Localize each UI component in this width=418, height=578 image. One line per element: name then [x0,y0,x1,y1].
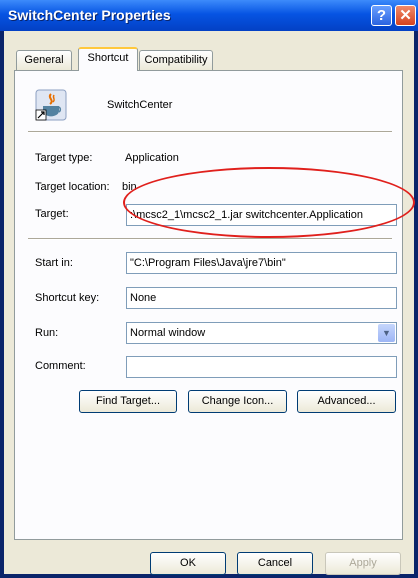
target-type-value: Application [125,152,179,164]
comment-field[interactable] [126,356,397,378]
run-select[interactable]: Normal window ▼ [126,322,397,344]
window-title: SwitchCenter Properties [8,7,171,23]
tab-shortcut[interactable]: Shortcut [78,47,138,71]
tab-shortcut-label: Shortcut [87,52,129,64]
divider [28,131,392,133]
run-select-value: Normal window [130,327,206,339]
close-icon: ✕ [399,7,412,24]
ok-button[interactable]: OK [150,552,226,575]
tab-general-label: General [24,54,64,66]
comment-label: Comment: [35,360,86,372]
start-in-label: Start in: [35,257,73,269]
change-icon-button[interactable]: Change Icon... [188,390,287,413]
target-field[interactable]: :\mcsc2_1\mcsc2_1.jar switchcenter.Appli… [126,204,397,226]
target-label: Target: [35,208,69,220]
tab-compatibility[interactable]: Compatibility [139,50,213,70]
chevron-down-icon[interactable]: ▼ [378,324,395,342]
apply-button: Apply [325,552,401,575]
target-type-label: Target type: [35,152,93,164]
advanced-button[interactable]: Advanced... [297,390,396,413]
properties-window: SwitchCenter Properties ? ✕ General Shor… [0,0,418,578]
help-icon: ? [376,7,387,24]
start-in-field[interactable]: "C:\Program Files\Java\jre7\bin" [126,252,397,274]
close-button[interactable]: ✕ [395,5,416,26]
target-label-text: Target: [35,208,69,220]
cancel-button[interactable]: Cancel [237,552,313,575]
tab-compatibility-label: Compatibility [144,54,208,66]
shortcut-key-label: Shortcut key: [35,292,100,304]
find-target-button[interactable]: Find Target... [79,390,177,413]
shortcut-key-field[interactable]: None [126,287,397,309]
target-location-label: Target location: [35,181,110,193]
help-button[interactable]: ? [371,5,392,26]
divider [28,238,392,240]
java-app-icon [34,88,68,122]
tab-general[interactable]: General [16,50,72,70]
target-location-value: bin [122,181,137,193]
run-label: Run: [35,327,59,339]
shortcut-name: SwitchCenter [107,99,173,111]
title-bar[interactable]: SwitchCenter Properties ? ✕ [0,0,418,31]
